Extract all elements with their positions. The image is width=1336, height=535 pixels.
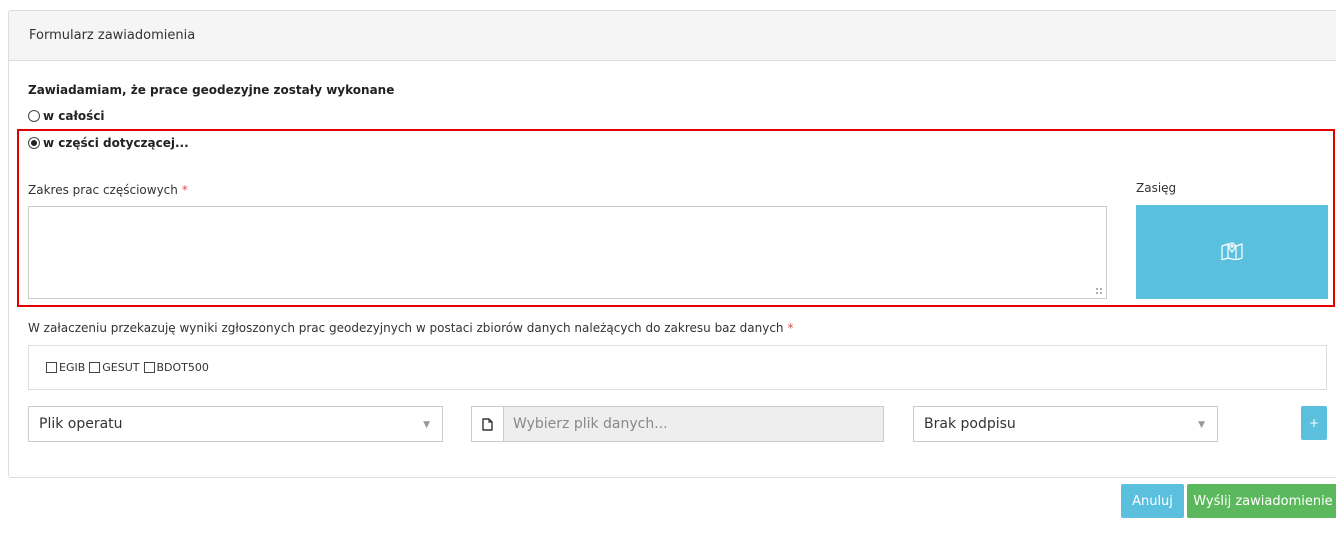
- attachment-label-text: W załaczeniu przekazuję wyniki zgłoszony…: [28, 321, 784, 335]
- textarea-resize-handle[interactable]: [1095, 287, 1103, 295]
- radio-full-label: w całości: [43, 109, 105, 123]
- data-file-input[interactable]: Wybierz plik danych...: [471, 406, 884, 442]
- data-file-placeholder: Wybierz plik danych...: [513, 416, 668, 432]
- range-label: Zasięg: [1136, 181, 1177, 195]
- file-icon: [472, 407, 504, 441]
- checkbox-bdot500-label: BDOT500: [156, 361, 209, 374]
- partial-scope-textarea[interactable]: [28, 206, 1107, 299]
- partial-scope-label-text: Zakres prac częściowych: [28, 183, 178, 197]
- signature-select-value: Brak podpisu: [924, 416, 1016, 432]
- checkbox-bdot500[interactable]: BDOT500: [143, 361, 209, 374]
- checkbox-egib[interactable]: EGIB: [46, 361, 85, 374]
- map-pin-icon: [1221, 240, 1243, 264]
- signature-select[interactable]: Brak podpisu ▼: [913, 406, 1218, 442]
- required-asterisk: *: [181, 183, 188, 197]
- checkbox-gesut-label: GESUT: [102, 361, 140, 374]
- draw-range-map-button[interactable]: [1136, 205, 1328, 299]
- file-type-select[interactable]: Plik operatu ▼: [28, 406, 443, 442]
- send-notification-button[interactable]: Wyślij zawiadomienie: [1187, 484, 1336, 518]
- cancel-button[interactable]: Anuluj: [1121, 484, 1184, 518]
- add-file-button[interactable]: +: [1301, 406, 1327, 440]
- checkbox-egib-label: EGIB: [59, 361, 86, 374]
- completion-question: Zawiadamiam, że prace geodezyjne zostały…: [28, 83, 395, 97]
- partial-scope-label: Zakres prac częściowych *: [28, 183, 188, 197]
- chevron-down-icon: ▼: [423, 420, 430, 430]
- chevron-down-icon: ▼: [1198, 420, 1205, 430]
- radio-full[interactable]: [28, 110, 40, 122]
- checkbox-egib-box[interactable]: [46, 362, 57, 373]
- file-type-select-value: Plik operatu: [39, 416, 123, 432]
- attachment-label: W załaczeniu przekazuję wyniki zgłoszony…: [28, 321, 794, 335]
- radio-option-full[interactable]: w całości: [28, 108, 105, 124]
- checkbox-gesut[interactable]: GESUT: [89, 361, 140, 374]
- panel-heading: Formularz zawiadomienia: [9, 11, 1336, 61]
- database-checkboxes: EGIB GESUT BDOT500: [28, 345, 1327, 390]
- checkbox-bdot500-box[interactable]: [143, 362, 155, 373]
- panel-title: Formularz zawiadomienia: [29, 28, 196, 43]
- checkbox-gesut-box[interactable]: [89, 362, 101, 373]
- required-asterisk: *: [787, 321, 794, 335]
